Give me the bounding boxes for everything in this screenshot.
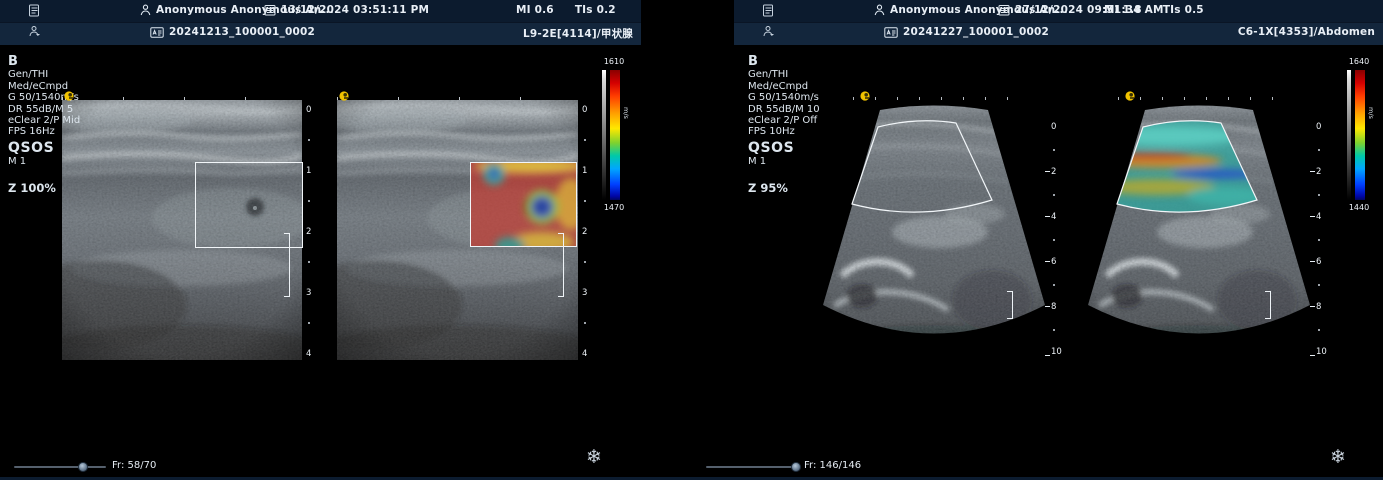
depth-ruler: 0 2 4 6 8 10 (1313, 100, 1331, 358)
imaging-parameters: B Gen/THI Med/eCmpd G 50/1540m/s DR 55dB… (8, 56, 80, 194)
exam-datetime: 13/12/2024 03:51:11 PM (281, 4, 429, 16)
param-line: Gen/THI (748, 69, 820, 80)
mi-value: MI 1.8 (1104, 4, 1142, 16)
preset-label: QSOS (748, 143, 820, 154)
m-index: M 1 (748, 156, 820, 167)
cine-slider-thumb[interactable] (78, 462, 88, 472)
depth-ruler: 0 1 2 3 4 (579, 100, 597, 360)
colorbar-max: 1640 (1344, 57, 1374, 66)
m-index: M 1 (8, 156, 80, 167)
imaging-parameters: B Gen/THI Med/eCmpd G 50/1540m/s DR 55dB… (748, 56, 820, 194)
colorbar-max: 1610 (599, 57, 629, 66)
probe-preset: L9-2E[4114]/甲状腺 (523, 26, 633, 41)
probe-orientation-marker (339, 91, 349, 101)
frame-counter: Fr: 146/146 (804, 460, 861, 471)
patient-tools-button[interactable] (762, 25, 774, 38)
bmode-fan-image (820, 100, 1048, 358)
exam-id: 20241227_100001_0002 (903, 26, 1049, 38)
cine-slider-track[interactable] (706, 466, 798, 468)
mode-label: B (8, 56, 80, 67)
worksheet-button[interactable] (762, 4, 774, 17)
tis-value: TIs 0.2 (575, 4, 616, 16)
exam-id: 20241213_100001_0002 (169, 26, 315, 38)
exam-datetime-group: 13/12/2024 03:51:11 PM (264, 4, 429, 16)
freeze-snowflake-icon[interactable]: ❄ (1330, 446, 1346, 468)
cine-slider-track[interactable] (14, 466, 106, 468)
rainbow-bar (1355, 70, 1365, 200)
exam-id-group: 20241227_100001_0002 (884, 26, 1049, 38)
id-card-icon (150, 27, 164, 38)
worksheet-button[interactable] (28, 4, 40, 17)
cine-slider-thumb[interactable] (791, 462, 801, 472)
patient-settings-icon (28, 25, 40, 38)
depth-ruler: 0 1 2 3 4 (303, 100, 321, 360)
param-line: FPS 10Hz (748, 126, 820, 137)
acoustic-indices: MI 0.6 TIs 0.2 (516, 4, 616, 16)
freeze-snowflake-icon[interactable]: ❄ (586, 446, 602, 468)
focus-bracket (1007, 291, 1013, 319)
param-line: DR 55dB/M 5 (8, 104, 80, 115)
person-icon (874, 4, 885, 16)
patient-settings-icon (762, 25, 774, 38)
preset-label: QSOS (8, 143, 80, 154)
focus-bracket (284, 233, 290, 297)
zoom-level: Z 95% (748, 183, 820, 194)
calendar-icon (998, 4, 1010, 16)
param-line: eClear 2/P Mid (8, 115, 80, 126)
mi-value: MI 0.6 (516, 4, 554, 16)
colorbar-unit: m/s (622, 107, 630, 119)
calendar-icon (264, 4, 276, 16)
probe-orientation-marker (860, 91, 870, 101)
colorbar-min: 1440 (1344, 203, 1374, 212)
header-bar: Anonymous Anonymous An... 13/12/2024 03:… (0, 0, 641, 45)
param-line: FPS 16Hz (8, 126, 80, 137)
param-line: G 50/1540m/s (748, 92, 820, 103)
colorbar-unit: m/s (1367, 107, 1375, 119)
param-line: Gen/THI (8, 69, 80, 80)
acoustic-indices: MI 1.8 TIs 0.5 (1104, 4, 1204, 16)
probe-orientation-marker (64, 91, 74, 101)
tis-value: TIs 0.5 (1163, 4, 1204, 16)
probe-preset: C6-1X[4353]/Abdomen (1238, 26, 1375, 38)
header-bar: Anonymous Anonymous An... 27/12/2024 09:… (734, 0, 1383, 45)
dual-exam-screen: Anonymous Anonymous An... 13/12/2024 03:… (0, 0, 1383, 480)
person-icon (140, 4, 151, 16)
bmode-fan-image-overlayed (1085, 100, 1313, 358)
patient-tools-button[interactable] (28, 25, 40, 38)
rainbow-bar (610, 70, 620, 200)
exam-panel-right: Anonymous Anonymous An... 27/12/2024 09:… (692, 0, 1383, 480)
colorbar-min: 1470 (599, 203, 629, 212)
id-card-icon (884, 27, 898, 38)
mode-label: B (748, 56, 820, 67)
exam-panel-left: Anonymous Anonymous An... 13/12/2024 03:… (0, 0, 691, 480)
param-line: Med/eCmpd (748, 81, 820, 92)
exam-id-group: 20241213_100001_0002 (150, 26, 315, 38)
frame-counter: Fr: 58/70 (112, 460, 156, 471)
report-icon (762, 4, 774, 17)
depth-ruler: 0 2 4 6 8 10 (1048, 100, 1066, 358)
param-line: eClear 2/P Off (748, 115, 820, 126)
report-icon (28, 4, 40, 17)
focus-bracket (558, 233, 564, 297)
zoom-level: Z 100% (8, 183, 80, 194)
grayscale-bar (1347, 70, 1351, 200)
param-line: DR 55dB/M 10 (748, 104, 820, 115)
probe-orientation-marker (1125, 91, 1135, 101)
focus-bracket (1265, 291, 1271, 319)
grayscale-bar (602, 70, 606, 200)
